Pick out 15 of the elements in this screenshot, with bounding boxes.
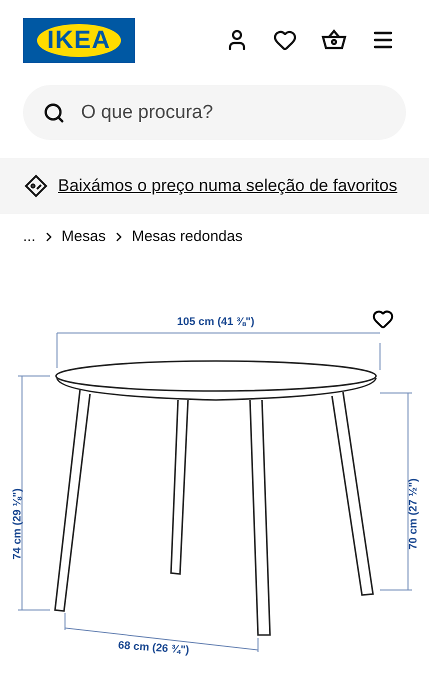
breadcrumb-link[interactable]: Mesas bbox=[62, 228, 106, 245]
dimension-label: 70 cm (27 ½") bbox=[408, 478, 420, 550]
heart-icon[interactable] bbox=[273, 28, 297, 52]
dimension-label: 68 cm (26 ¾") bbox=[118, 640, 190, 656]
search-bar[interactable]: O que procura? bbox=[23, 85, 406, 140]
price-tag-icon bbox=[24, 174, 48, 198]
breadcrumb-link[interactable]: Mesas redondas bbox=[132, 228, 243, 245]
dimension-label: 105 cm (41 ⅜") bbox=[177, 316, 254, 328]
search-input[interactable]: O que procura? bbox=[79, 100, 386, 124]
search-icon bbox=[43, 102, 65, 124]
favorite-button[interactable] bbox=[372, 308, 394, 330]
dimension-label: 74 cm (29 ⅛") bbox=[12, 488, 24, 560]
logo[interactable]: IKEA bbox=[23, 18, 135, 62]
basket-icon[interactable] bbox=[321, 28, 347, 52]
breadcrumb-link[interactable]: ... bbox=[23, 228, 36, 245]
